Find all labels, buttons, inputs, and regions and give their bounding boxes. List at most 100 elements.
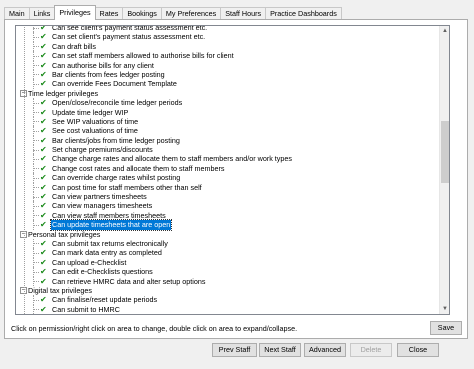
tree-connector [33, 173, 34, 183]
permission-item[interactable]: ✔ Can override Fees Document Template [16, 79, 440, 89]
tree-connector [33, 276, 34, 286]
tree-connector [33, 257, 34, 268]
checkmark-icon: ✔ [40, 107, 47, 117]
advanced-button[interactable]: Advanced [304, 343, 346, 357]
scrollbar-thumb[interactable] [441, 121, 449, 183]
permission-item[interactable]: ✔ Can post time for staff members other t… [16, 182, 440, 193]
permission-item[interactable]: ✔ Can view managers timesheets [16, 201, 440, 211]
permission-label: Can draft bills [52, 41, 96, 51]
permission-item[interactable]: ✔ Can see client's payment status assessm… [16, 25, 440, 33]
tree-group-label: Digital tax privileges [28, 285, 92, 295]
permission-label: Can set client's payment status assessme… [52, 32, 206, 42]
permission-item[interactable]: ✔ Can retrieve HMRC data and alter setup … [16, 276, 440, 286]
permission-item[interactable]: ✔ Update time ledger WIP [16, 107, 440, 117]
permission-label: See cost valuations of time [52, 126, 138, 136]
checkmark-icon: ✔ [40, 60, 47, 70]
tree-connector [33, 238, 34, 249]
permission-item[interactable]: ✔ Can edit e-Checklists questions [16, 267, 440, 277]
tree-connector [33, 182, 34, 193]
tab-privileges[interactable]: Privileges [54, 5, 96, 20]
tree-group[interactable]: − Time ledger privileges [16, 89, 440, 98]
privileges-tree[interactable]: ✔ Can see client's payment status assessm… [15, 25, 450, 315]
permission-item[interactable]: ✔ Bar clients/jobs from time ledger posti… [16, 135, 440, 146]
permission-label: Update time ledger WIP [52, 107, 129, 117]
tree-connector [33, 41, 34, 52]
permission-item[interactable]: ✔ Set charge premiums/discounts [16, 145, 440, 155]
checkmark-icon: ✔ [40, 173, 47, 183]
permission-label: Can override charge rates whilst posting [52, 173, 181, 183]
instructions-hint: Click on permission/right click on area … [11, 324, 298, 333]
permission-label: Can mark data entry as completed [52, 248, 162, 258]
permission-item[interactable]: ✔ Bar clients from fees ledger posting [16, 69, 440, 80]
tree-connector [33, 201, 34, 211]
tree-group[interactable]: − Digital tax privileges [16, 286, 440, 295]
tree-connector [33, 154, 34, 164]
permission-label: Can retrieve HMRC data and alter setup o… [52, 276, 206, 286]
next-staff-button[interactable]: Next Staff [259, 343, 301, 357]
permission-item[interactable]: ✔ Can view staff members timesheets [16, 210, 440, 221]
permission-label: Can finalise/reset update periods [52, 295, 158, 305]
permission-item[interactable]: ✔ See cost valuations of time [16, 126, 440, 136]
tree-root-connector [23, 26, 25, 314]
permission-label: Can view partners timesheets [52, 192, 147, 202]
permission-label: Can view managers timesheets [52, 201, 153, 211]
checkmark-icon: ✔ [40, 276, 47, 286]
permission-item[interactable]: ✔ Can upload e-Checklist [16, 257, 440, 268]
checkmark-icon: ✔ [40, 51, 47, 61]
permission-label: Can submit to HMRC [52, 304, 120, 314]
permission-label: Change cost rates and allocate them to s… [52, 163, 225, 173]
privileges-tree-content: ✔ Can see client's payment status assessm… [16, 25, 440, 314]
scroll-down-icon[interactable]: ▼ [440, 304, 449, 314]
save-button[interactable]: Save [430, 321, 462, 335]
permission-item[interactable]: ✔ See WIP valuations of time [16, 116, 440, 127]
checkmark-icon: ✔ [40, 248, 47, 258]
checkmark-icon: ✔ [40, 201, 47, 211]
permission-item[interactable]: ✔ Open/close/reconcile time ledger period… [16, 98, 440, 108]
tree-connector [33, 51, 34, 61]
permission-item[interactable]: ✔ Can mark data entry as completed [16, 248, 440, 258]
tree-connector [33, 116, 34, 127]
permission-label: Can update timesheets that are open [49, 219, 173, 231]
tree-connector [33, 145, 34, 155]
tree-connector [33, 135, 34, 146]
permission-item[interactable]: ✔ Can update timesheets that are open [16, 219, 440, 231]
permission-label: Can edit e-Checklists questions [52, 267, 153, 277]
permission-label: Can upload e-Checklist [52, 257, 127, 267]
permission-item[interactable]: ✔ Change charge rates and allocate them t… [16, 154, 440, 164]
permission-label: Open/close/reconcile time ledger periods [52, 98, 183, 108]
tree-group[interactable]: − Personal tax privileges [16, 230, 440, 239]
tree-connector [33, 126, 34, 136]
tree-connector [33, 267, 34, 277]
permission-item[interactable]: ✔ Can finalise/reset update periods [16, 295, 440, 305]
permission-item[interactable]: ✔ Can set client's payment status assessm… [16, 32, 440, 42]
tree-group-label: Personal tax privileges [28, 229, 101, 239]
checkmark-icon: ✔ [40, 79, 47, 89]
tree-connector [33, 220, 34, 230]
tree-connector [33, 98, 34, 108]
permission-item[interactable]: ✔ Can submit tax returns electronically [16, 238, 440, 249]
permission-item[interactable]: ✔ Can authorise bills for any client [16, 60, 440, 70]
permission-item[interactable]: ✔ Can submit to HMRC [16, 304, 440, 314]
checkmark-icon: ✔ [40, 238, 47, 248]
scroll-up-icon[interactable]: ▲ [440, 26, 449, 36]
permission-item[interactable]: ✔ Change cost rates and allocate them to … [16, 163, 440, 174]
tree-connector [33, 304, 34, 314]
privileges-panel: ✔ Can see client's payment status assessm… [4, 19, 468, 339]
tree-connector [33, 192, 34, 202]
permission-label: See WIP valuations of time [52, 116, 139, 126]
permission-item[interactable]: ✔ Can draft bills [16, 41, 440, 52]
permission-item[interactable]: ✔ Can view partners timesheets [16, 192, 440, 202]
permission-item[interactable]: ✔ Can override charge rates whilst postin… [16, 173, 440, 183]
checkmark-icon: ✔ [40, 304, 47, 314]
tree-connector [33, 163, 34, 174]
checkmark-icon: ✔ [40, 25, 47, 32]
permission-label: Change charge rates and allocate them to… [52, 154, 292, 164]
permission-item[interactable]: ✔ Can set staff members allowed to author… [16, 51, 440, 61]
permission-label: Can submit tax returns electronically [52, 238, 168, 248]
tree-connector [33, 295, 34, 305]
close-button[interactable]: Close [397, 343, 439, 357]
prev-staff-button[interactable]: Prev Staff [212, 343, 257, 357]
tree-vertical-scrollbar[interactable]: ▲ ▼ [439, 26, 449, 314]
tree-connector [33, 32, 34, 42]
checkmark-icon: ✔ [40, 154, 47, 164]
